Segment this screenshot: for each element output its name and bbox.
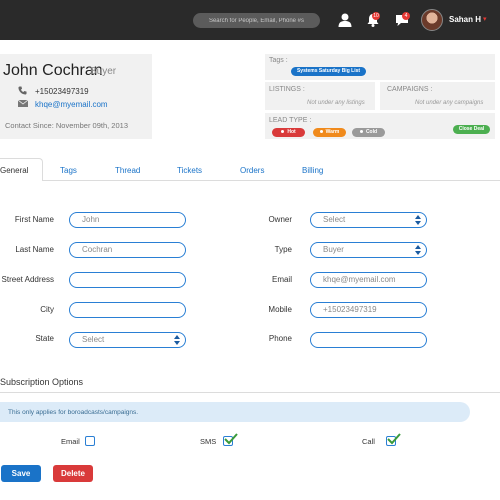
listings-label: LISTINGS : (269, 86, 305, 93)
type-select-value: Buyer (323, 245, 344, 254)
tabs-divider (0, 180, 500, 181)
notifications-badge: 10 (372, 12, 380, 20)
lead-cold-pill[interactable]: Cold (352, 128, 385, 137)
email-input[interactable] (323, 275, 426, 284)
state-select[interactable]: Select (69, 332, 186, 348)
mobile-label: Mobile (268, 305, 292, 314)
subscription-info-text: This only applies for boroadcasts/campai… (8, 409, 139, 416)
call-checkbox[interactable] (386, 433, 401, 446)
phone-input[interactable] (323, 335, 426, 344)
avatar[interactable] (421, 9, 443, 31)
campaigns-note: Not under any campaigns (415, 100, 484, 106)
type-label: Type (274, 245, 292, 254)
contact-since: Contact Since: November 09th, 2013 (5, 121, 128, 130)
last-name-input[interactable] (82, 245, 185, 254)
owner-label: Owner (268, 215, 292, 224)
sms-checkbox[interactable] (223, 433, 238, 446)
chevron-down-icon[interactable]: ▾ (483, 15, 487, 23)
envelope-icon (18, 100, 28, 107)
tag-pill[interactable]: Systems Saturday Big List (291, 67, 366, 76)
user-name[interactable]: Sahan H (449, 15, 481, 24)
user-icon[interactable] (337, 12, 353, 28)
last-name-field[interactable] (69, 242, 186, 258)
select-arrows-icon (415, 215, 421, 225)
close-deal-button[interactable]: Close Deal (453, 125, 490, 134)
email-option-label: Email (61, 437, 80, 446)
subscription-title: Subscription Options (0, 377, 84, 387)
last-name-label: Last Name (15, 245, 54, 254)
owner-select-value: Select (323, 215, 346, 224)
tab-general[interactable]: General (0, 166, 28, 175)
contact-role: Buyer (90, 66, 117, 77)
tab-tags[interactable]: Tags (60, 166, 77, 175)
city-label: City (40, 305, 54, 314)
checkmark-icon (224, 433, 238, 445)
email-field[interactable] (310, 272, 427, 288)
phone-icon (18, 86, 27, 95)
contact-name: John Cochran (3, 62, 103, 79)
state-label: State (35, 334, 54, 343)
top-navigation-bar: 10 4 Sahan H ▾ (0, 0, 500, 40)
type-select[interactable]: Buyer (310, 242, 427, 258)
contact-email[interactable]: khqe@myemail.com (35, 100, 108, 109)
email-checkbox[interactable] (85, 436, 95, 446)
lead-warm-pill[interactable]: Warm (313, 128, 346, 137)
owner-select[interactable]: Select (310, 212, 427, 228)
select-arrows-icon (174, 335, 180, 345)
mobile-field[interactable] (310, 302, 427, 318)
campaigns-label: CAMPAIGNS : (387, 86, 433, 93)
first-name-field[interactable] (69, 212, 186, 228)
street-address-input[interactable] (82, 275, 185, 284)
tab-thread[interactable]: Thread (115, 166, 140, 175)
lead-type-label: LEAD TYPE : (269, 117, 312, 124)
city-field[interactable] (69, 302, 186, 318)
tab-orders[interactable]: Orders (240, 166, 264, 175)
subscription-divider (0, 392, 500, 393)
tags-label: Tags : (269, 57, 288, 64)
first-name-label: First Name (14, 215, 54, 224)
street-address-field[interactable] (69, 272, 186, 288)
tab-billing[interactable]: Billing (302, 166, 323, 175)
call-option-label: Call (362, 437, 375, 446)
tab-tickets[interactable]: Tickets (177, 166, 202, 175)
email-label: Email (271, 275, 292, 284)
city-input[interactable] (82, 305, 185, 314)
state-select-value: Select (82, 335, 105, 344)
search-input[interactable] (193, 13, 320, 28)
checkmark-icon (387, 433, 401, 445)
phone-field[interactable] (310, 332, 427, 348)
save-button[interactable]: Save (1, 465, 41, 482)
lead-hot-pill[interactable]: Hot (272, 128, 305, 137)
messages-badge: 4 (402, 12, 410, 20)
street-address-label: Street Address (1, 275, 54, 284)
sms-option-label: SMS (200, 437, 217, 446)
delete-button[interactable]: Delete (53, 465, 93, 482)
select-arrows-icon (415, 245, 421, 255)
first-name-input[interactable] (82, 215, 185, 224)
contact-phone: +15023497319 (35, 87, 89, 96)
listings-note: Not under any listings (307, 100, 365, 106)
phone-label: Phone (268, 334, 292, 343)
mobile-input[interactable] (323, 305, 426, 314)
